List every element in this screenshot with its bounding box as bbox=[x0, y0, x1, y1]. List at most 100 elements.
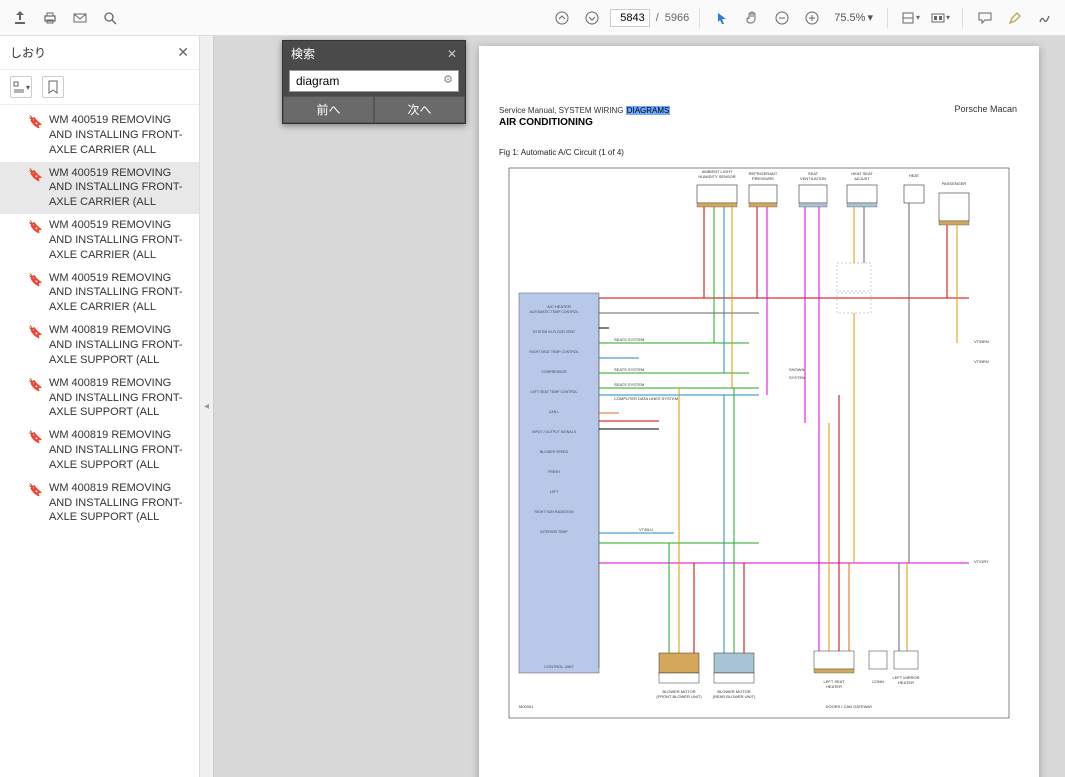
sidebar-drag-handle[interactable]: ◂ bbox=[200, 36, 214, 777]
bookmark-icon: 🔖 bbox=[28, 429, 43, 473]
svg-text:SYSTEM: SYSTEM bbox=[789, 375, 805, 380]
bookmark-icon: 🔖 bbox=[28, 482, 43, 526]
pointer-icon[interactable] bbox=[710, 6, 734, 30]
bookmark-label: WM 400519 REMOVING AND INSTALLING FRONT-… bbox=[49, 113, 193, 158]
svg-text:VT/BLU: VT/BLU bbox=[639, 527, 653, 532]
bookmark-item[interactable]: 🔖WM 400819 REMOVING AND INSTALLING FRONT… bbox=[0, 372, 199, 425]
doc-heading: AIR CONDITIONING bbox=[499, 117, 1019, 128]
svg-text:(FRONT BLOWER UNIT): (FRONT BLOWER UNIT) bbox=[656, 694, 702, 699]
vehicle-name: Porsche Macan bbox=[954, 104, 1017, 114]
svg-text:COMPUTER DATA LINES SYSTEM: COMPUTER DATA LINES SYSTEM bbox=[614, 396, 678, 401]
print-icon[interactable] bbox=[38, 6, 62, 30]
svg-text:VT/GRY: VT/GRY bbox=[974, 559, 989, 564]
svg-text:DOORS / CAN GATEWAY: DOORS / CAN GATEWAY bbox=[826, 704, 873, 709]
zoom-value[interactable]: 75.5% ▾ bbox=[830, 11, 877, 24]
svg-text:VT/BRN: VT/BRN bbox=[974, 339, 989, 344]
svg-text:BLOWER SPEED: BLOWER SPEED bbox=[540, 450, 568, 454]
svg-text:CONTROL UNIT: CONTROL UNIT bbox=[544, 664, 574, 669]
svg-text:CAN L: CAN L bbox=[549, 410, 559, 414]
bookmark-icon: 🔖 bbox=[28, 377, 43, 421]
bookmark-label: WM 400819 REMOVING AND INSTALLING FRONT-… bbox=[49, 428, 193, 473]
search-icon[interactable] bbox=[98, 6, 122, 30]
bookmark-item[interactable]: 🔖WM 400519 REMOVING AND INSTALLING FRONT… bbox=[0, 267, 199, 320]
svg-text:RIGHT SUN RADIATION: RIGHT SUN RADIATION bbox=[535, 510, 574, 514]
bookmark-label: WM 400819 REMOVING AND INSTALLING FRONT-… bbox=[49, 376, 193, 421]
bookmark-label: WM 400819 REMOVING AND INSTALLING FRONT-… bbox=[49, 481, 193, 526]
bookmark-item[interactable]: 🔖WM 400819 REMOVING AND INSTALLING FRONT… bbox=[0, 319, 199, 372]
bookmark-label: WM 400519 REMOVING AND INSTALLING FRONT-… bbox=[49, 218, 193, 263]
page-number-input[interactable] bbox=[610, 9, 650, 27]
document-viewer[interactable]: 検索 ✕ ⚙ 前へ 次へ Porsche Macan Service Manua… bbox=[214, 36, 1065, 777]
comment-icon[interactable] bbox=[973, 6, 997, 30]
bookmark-item[interactable]: 🔖WM 400519 REMOVING AND INSTALLING FRONT… bbox=[0, 162, 199, 215]
svg-text:VT/BRN: VT/BRN bbox=[974, 359, 989, 364]
svg-text:INPUT / OUTPUT SIGNALS: INPUT / OUTPUT SIGNALS bbox=[532, 430, 576, 434]
svg-text:PRESSURE: PRESSURE bbox=[752, 176, 774, 181]
svg-text:SHOWN: SHOWN bbox=[789, 367, 804, 372]
page-display-icon[interactable]: ▾ bbox=[928, 6, 952, 30]
bookmark-item[interactable]: 🔖WM 400519 REMOVING AND INSTALLING FRONT… bbox=[0, 214, 199, 267]
doc-subtitle: Service Manual, SYSTEM WIRING DIAGRAMS bbox=[499, 106, 1019, 115]
svg-text:INTERIOR TEMP: INTERIOR TEMP bbox=[540, 530, 568, 534]
bookmark-label: WM 400519 REMOVING AND INSTALLING FRONT-… bbox=[49, 166, 193, 211]
svg-text:ADJUST: ADJUST bbox=[854, 176, 870, 181]
fit-width-icon[interactable]: ▾ bbox=[898, 6, 922, 30]
share-icon[interactable] bbox=[8, 6, 32, 30]
search-next-button[interactable]: 次へ bbox=[374, 96, 465, 123]
search-panel: 検索 ✕ ⚙ 前へ 次へ bbox=[282, 40, 466, 124]
zoom-in-icon[interactable] bbox=[800, 6, 824, 30]
svg-text:SEATS SYSTEM: SEATS SYSTEM bbox=[614, 367, 644, 372]
sidebar-title: しおり bbox=[10, 44, 177, 61]
svg-text:LEFT: LEFT bbox=[550, 490, 559, 494]
pdf-page: Porsche Macan Service Manual, SYSTEM WIR… bbox=[479, 46, 1039, 777]
svg-text:M00001: M00001 bbox=[519, 704, 534, 709]
bookmark-options-icon[interactable] bbox=[42, 76, 64, 98]
page-separator: / bbox=[656, 12, 659, 24]
bookmark-item[interactable]: 🔖WM 400819 REMOVING AND INSTALLING FRONT… bbox=[0, 424, 199, 477]
search-prev-button[interactable]: 前へ bbox=[283, 96, 374, 123]
svg-text:VENTILATION: VENTILATION bbox=[800, 176, 826, 181]
page-up-icon[interactable] bbox=[550, 6, 574, 30]
close-icon[interactable]: ✕ bbox=[177, 44, 189, 61]
svg-text:SEATS SYSTEM: SEATS SYSTEM bbox=[614, 382, 644, 387]
bookmark-icon: 🔖 bbox=[28, 114, 43, 158]
bookmark-icon: 🔖 bbox=[28, 167, 43, 211]
svg-text:RIGHT SEAT TEMP CONTROL: RIGHT SEAT TEMP CONTROL bbox=[529, 350, 578, 354]
highlight-icon[interactable] bbox=[1003, 6, 1027, 30]
bookmark-item[interactable]: 🔖WM 400819 REMOVING AND INSTALLING FRONT… bbox=[0, 477, 199, 530]
svg-text:FRESH: FRESH bbox=[548, 470, 560, 474]
top-toolbar: / 5966 75.5% ▾ ▾ ▾ bbox=[0, 0, 1065, 36]
bookmark-label: WM 400819 REMOVING AND INSTALLING FRONT-… bbox=[49, 323, 193, 368]
search-input[interactable] bbox=[289, 70, 459, 92]
search-highlight: DIAGRAMS bbox=[626, 106, 671, 115]
svg-text:AUTOMATIC TEMP CONTROL: AUTOMATIC TEMP CONTROL bbox=[530, 310, 579, 314]
svg-text:(REAR BLOWER UNIT): (REAR BLOWER UNIT) bbox=[713, 694, 756, 699]
figure-caption: Fig 1: Automatic A/C Circuit (1 of 4) bbox=[499, 148, 1019, 157]
email-icon[interactable] bbox=[68, 6, 92, 30]
bookmark-label: WM 400519 REMOVING AND INSTALLING FRONT-… bbox=[49, 271, 193, 316]
chevron-down-icon: ▾ bbox=[867, 11, 873, 24]
page-down-icon[interactable] bbox=[580, 6, 604, 30]
bookmark-list[interactable]: 🔖WM 400519 REMOVING AND INSTALLING FRONT… bbox=[0, 105, 199, 777]
close-icon[interactable]: ✕ bbox=[447, 47, 457, 61]
wiring-diagram: AMBIENT LIGHTHUMIDITY SENSOR REFRIGERANT… bbox=[499, 163, 1019, 723]
outline-view-icon[interactable]: ▾ bbox=[10, 76, 32, 98]
search-panel-title: 検索 bbox=[291, 45, 315, 62]
bookmark-item[interactable]: 🔖WM 400519 REMOVING AND INSTALLING FRONT… bbox=[0, 109, 199, 162]
hand-icon[interactable] bbox=[740, 6, 764, 30]
page-total: 5966 bbox=[665, 12, 689, 24]
svg-text:PASSENGER: PASSENGER bbox=[942, 181, 967, 186]
svg-text:SEATS SYSTEM: SEATS SYSTEM bbox=[614, 337, 644, 342]
svg-text:HEAT: HEAT bbox=[909, 173, 920, 178]
bookmark-icon: 🔖 bbox=[28, 272, 43, 316]
svg-text:SYSTEM IN-FLOOR VENT: SYSTEM IN-FLOOR VENT bbox=[533, 330, 576, 334]
svg-text:HEATER: HEATER bbox=[898, 680, 914, 685]
gear-icon[interactable]: ⚙ bbox=[443, 73, 453, 86]
bookmarks-sidebar: しおり ✕ ▾ 🔖WM 400519 REMOVING AND INSTALLI… bbox=[0, 36, 200, 777]
svg-text:CONN: CONN bbox=[872, 679, 884, 684]
svg-text:HUMIDITY SENSOR: HUMIDITY SENSOR bbox=[698, 174, 735, 179]
zoom-out-icon[interactable] bbox=[770, 6, 794, 30]
bookmark-icon: 🔖 bbox=[28, 324, 43, 368]
sign-icon[interactable] bbox=[1033, 6, 1057, 30]
bookmark-icon: 🔖 bbox=[28, 219, 43, 263]
